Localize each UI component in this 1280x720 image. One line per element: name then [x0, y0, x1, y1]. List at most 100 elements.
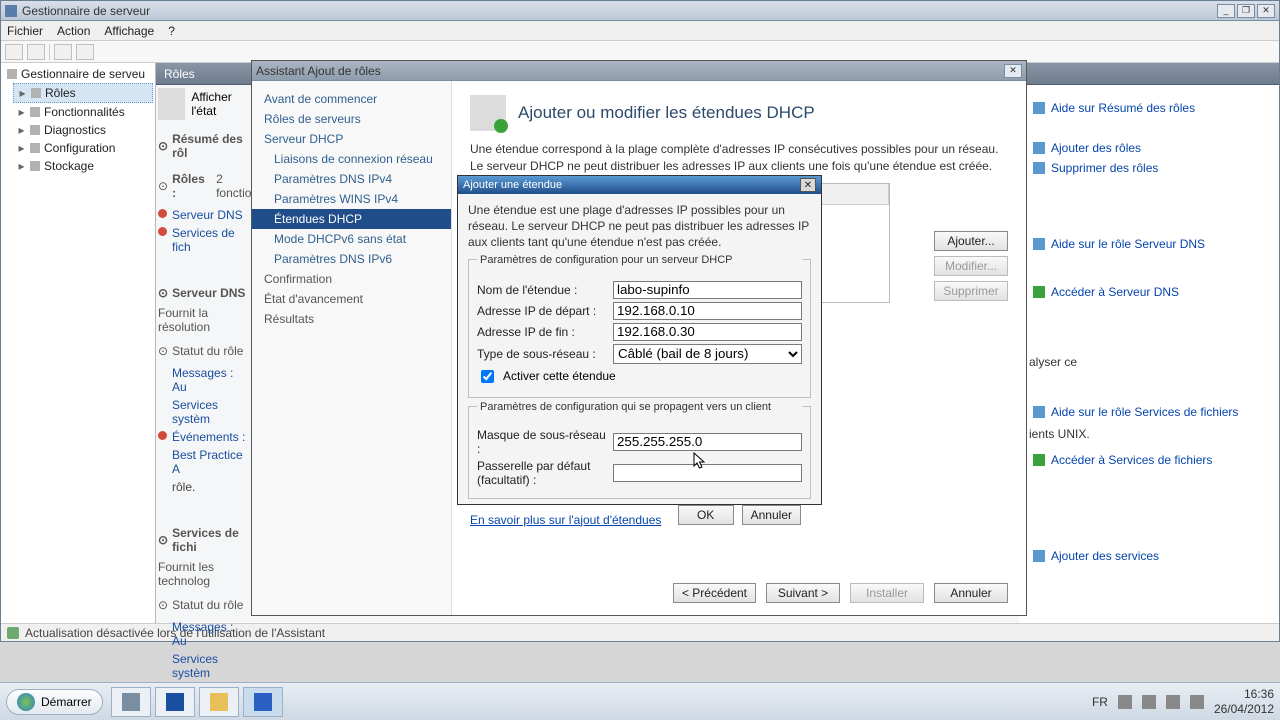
wizard-close-button[interactable]: ✕ — [1004, 64, 1022, 78]
modal-titlebar[interactable]: Ajouter une étendue ✕ — [458, 176, 821, 194]
clock[interactable]: 16:36 26/04/2012 — [1214, 687, 1274, 716]
status2-title[interactable]: ⊙Statut du rôle — [158, 598, 250, 612]
task-powershell[interactable] — [155, 687, 195, 717]
status-title[interactable]: ⊙Statut du rôle — [158, 344, 250, 358]
gateway-input[interactable] — [613, 464, 802, 482]
task-server-manager[interactable] — [111, 687, 151, 717]
menu-action[interactable]: Action — [57, 24, 90, 38]
goto-icon — [1033, 454, 1045, 466]
tray-network-icon[interactable] — [1166, 695, 1180, 709]
delete-scope-button: Supprimer — [934, 281, 1008, 301]
modal-close-button[interactable]: ✕ — [800, 178, 816, 192]
tree-features[interactable]: ▸Fonctionnalités — [13, 103, 153, 121]
wizard-titlebar[interactable]: Assistant Ajout de rôles ✕ — [252, 61, 1026, 81]
menu-file[interactable]: Fichier — [7, 24, 43, 38]
role-dns-link[interactable]: Serveur DNS — [158, 206, 250, 224]
roles-summary-title[interactable]: ⊙Résumé des rôl — [158, 132, 250, 160]
status2-services[interactable]: Services systèm — [158, 650, 250, 682]
status2-messages[interactable]: Messages : Au — [158, 618, 250, 650]
remove-roles-link[interactable]: Supprimer des rôles — [1033, 161, 1269, 175]
fs2-legend: Paramètres de configuration qui se propa… — [477, 401, 802, 413]
add-icon — [1033, 550, 1045, 562]
step-dnsv4[interactable]: Paramètres DNS IPv4 — [252, 169, 451, 189]
dns-help-link[interactable]: Aide sur le rôle Serveur DNS — [1033, 237, 1269, 251]
help-pane: Aide sur Résumé des rôles Ajouter des rô… — [1019, 85, 1279, 623]
subnet-type-label: Type de sous-réseau : — [477, 347, 607, 361]
add-scope-button[interactable]: Ajouter... — [934, 231, 1008, 251]
step-dhcp[interactable]: Serveur DHCP — [252, 129, 451, 149]
gateway-label: Passerelle par défaut (facultatif) : — [477, 459, 607, 488]
wizard-steps: Avant de commencer Rôles de serveurs Ser… — [252, 81, 452, 615]
cancel-button[interactable]: Annuler — [742, 505, 801, 525]
view-state-label: Afficher l'état — [191, 90, 250, 118]
step-dnsv6[interactable]: Paramètres DNS IPv6 — [252, 249, 451, 269]
step-dhcpv6[interactable]: Mode DHCPv6 sans état — [252, 229, 451, 249]
tree-roles[interactable]: ▸Rôles — [13, 83, 153, 103]
task-explorer[interactable] — [199, 687, 239, 717]
tray-volume-icon[interactable] — [1190, 695, 1204, 709]
step-scopes[interactable]: Étendues DHCP — [252, 209, 451, 229]
tree-root[interactable]: Gestionnaire de serveu — [3, 65, 153, 83]
window-title: Gestionnaire de serveur — [22, 4, 150, 18]
forward-button[interactable] — [27, 44, 45, 60]
navigation-tree[interactable]: Gestionnaire de serveu ▸Rôles ▸Fonctionn… — [1, 63, 156, 623]
files-help-link[interactable]: Aide sur le rôle Services de fichiers — [1033, 405, 1269, 419]
main-titlebar[interactable]: Gestionnaire de serveur _ ❐ ✕ — [1, 1, 1279, 21]
restore-button[interactable]: ❐ — [1237, 4, 1255, 18]
back-button[interactable] — [5, 44, 23, 60]
tray-action-icon[interactable] — [1142, 695, 1156, 709]
help-summary-link[interactable]: Aide sur Résumé des rôles — [1033, 101, 1269, 115]
refresh-button[interactable] — [54, 44, 72, 60]
scope-name-input[interactable] — [613, 281, 802, 299]
tree-config[interactable]: ▸Configuration — [13, 139, 153, 157]
roles-body-peek: Afficher l'état ⊙Résumé des rôl ⊙Rôles :… — [158, 84, 250, 700]
step-progress[interactable]: État d'avancement — [252, 289, 451, 309]
step-confirm[interactable]: Confirmation — [252, 269, 451, 289]
task-active-window[interactable] — [243, 687, 283, 717]
dns-section-title[interactable]: ⊙Serveur DNS — [158, 286, 250, 300]
add-roles-link[interactable]: Ajouter des rôles — [1033, 141, 1269, 155]
next-button[interactable]: Suivant > — [766, 583, 840, 603]
step-bindings[interactable]: Liaisons de connexion réseau — [252, 149, 451, 169]
unix-text: ients UNIX. — [1029, 427, 1269, 441]
wizard-icon — [470, 95, 506, 131]
tree-diagnostics[interactable]: ▸Diagnostics — [13, 121, 153, 139]
status-icon — [7, 627, 19, 639]
role-files-link[interactable]: Services de fich — [158, 224, 250, 256]
subnet-mask-label: Masque de sous-réseau : — [477, 428, 607, 456]
modal-intro: Une étendue est une plage d'adresses IP … — [468, 202, 811, 251]
ok-button[interactable]: OK — [678, 505, 734, 525]
activate-scope-label: Activer cette étendue — [503, 369, 616, 383]
step-winsv4[interactable]: Paramètres WINS IPv4 — [252, 189, 451, 209]
start-button[interactable]: Démarrer — [6, 689, 103, 715]
status-services[interactable]: Services systèm — [158, 396, 250, 428]
files-access-link[interactable]: Accéder à Services de fichiers — [1033, 453, 1269, 467]
help-button[interactable] — [76, 44, 94, 60]
menu-view[interactable]: Affichage — [104, 24, 154, 38]
subnet-mask-input[interactable] — [613, 433, 802, 451]
status-bpa[interactable]: Best Practice A — [158, 446, 250, 478]
tree-storage[interactable]: ▸Stockage — [13, 157, 153, 175]
lang-indicator[interactable]: FR — [1092, 695, 1108, 709]
wizard-cancel-button[interactable]: Annuler — [934, 583, 1008, 603]
menu-help[interactable]: ? — [168, 24, 175, 38]
files-section-title[interactable]: ⊙Services de fichi — [158, 526, 250, 554]
step-before[interactable]: Avant de commencer — [252, 89, 451, 109]
status-events[interactable]: Événements : — [158, 428, 250, 446]
subnet-type-select[interactable]: Câblé (bail de 8 jours) — [613, 344, 802, 364]
taskbar: Démarrer FR 16:36 26/04/2012 — [0, 682, 1280, 720]
add-services-link[interactable]: Ajouter des services — [1033, 549, 1269, 563]
dns-access-link[interactable]: Accéder à Serveur DNS — [1033, 285, 1269, 299]
end-ip-input[interactable] — [613, 323, 802, 341]
minimize-button[interactable]: _ — [1217, 4, 1235, 18]
step-results[interactable]: Résultats — [252, 309, 451, 329]
client-propagate-params: Paramètres de configuration qui se propa… — [468, 406, 811, 500]
prev-button[interactable]: < Précédent — [673, 583, 756, 603]
close-button[interactable]: ✕ — [1257, 4, 1275, 18]
status-messages[interactable]: Messages : Au — [158, 364, 250, 396]
step-roles[interactable]: Rôles de serveurs — [252, 109, 451, 129]
tray-chevron-icon[interactable] — [1118, 695, 1132, 709]
files-desc: Fournit les technolog — [158, 560, 250, 588]
start-ip-input[interactable] — [613, 302, 802, 320]
activate-scope-checkbox[interactable] — [481, 370, 494, 383]
